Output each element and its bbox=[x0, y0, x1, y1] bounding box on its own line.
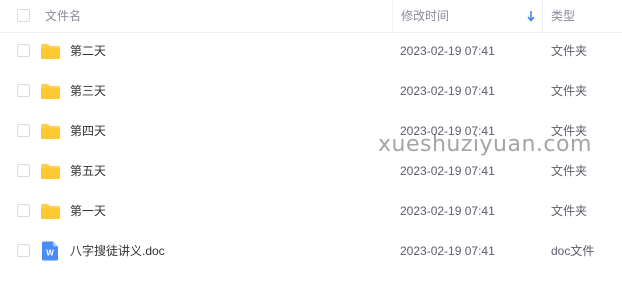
row-checkbox[interactable] bbox=[17, 84, 30, 97]
arrow-down-icon[interactable] bbox=[526, 9, 536, 23]
row-checkbox[interactable] bbox=[17, 44, 30, 57]
file-type: 文件夹 bbox=[551, 84, 588, 98]
folder-icon bbox=[41, 204, 60, 219]
column-header-modified[interactable]: 修改时间 bbox=[401, 8, 449, 24]
folder-icon bbox=[41, 124, 60, 139]
row-checkbox[interactable] bbox=[17, 244, 30, 257]
file-row[interactable]: 第三天 2023-02-19 07:41 文件夹 bbox=[0, 71, 622, 111]
file-modified-time: 2023-02-19 07:41 bbox=[400, 164, 495, 178]
file-type: 文件夹 bbox=[551, 204, 588, 218]
folder-icon bbox=[41, 44, 60, 59]
row-checkbox[interactable] bbox=[17, 164, 30, 177]
row-checkbox[interactable] bbox=[17, 204, 30, 217]
file-type: 文件夹 bbox=[551, 164, 588, 178]
folder-icon bbox=[41, 84, 60, 99]
column-header-name[interactable]: 文件名 bbox=[45, 8, 81, 24]
row-checkbox[interactable] bbox=[17, 124, 30, 137]
file-name[interactable]: 第四天 bbox=[70, 123, 106, 139]
file-list: 文件名 修改时间 类型 第二天 2023-02-19 07:41 文件夹 第三天… bbox=[0, 0, 622, 305]
svg-text:W: W bbox=[46, 249, 54, 258]
column-divider[interactable] bbox=[392, 0, 393, 32]
file-row[interactable]: 第一天 2023-02-19 07:41 文件夹 bbox=[0, 191, 622, 231]
file-row[interactable]: 第五天 2023-02-19 07:41 文件夹 bbox=[0, 151, 622, 191]
column-divider[interactable] bbox=[542, 0, 543, 32]
file-row[interactable]: 第二天 2023-02-19 07:41 文件夹 bbox=[0, 31, 622, 71]
file-name[interactable]: 第五天 bbox=[70, 163, 106, 179]
file-modified-time: 2023-02-19 07:41 bbox=[400, 244, 495, 258]
file-name[interactable]: 第一天 bbox=[70, 203, 106, 219]
file-type: doc文件 bbox=[551, 244, 595, 258]
file-name[interactable]: 第二天 bbox=[70, 43, 106, 59]
select-all-checkbox[interactable] bbox=[17, 9, 30, 22]
word-doc-icon: W bbox=[42, 241, 58, 261]
folder-icon bbox=[41, 164, 60, 179]
file-modified-time: 2023-02-19 07:41 bbox=[400, 84, 495, 98]
column-header-type[interactable]: 类型 bbox=[551, 8, 575, 24]
file-name[interactable]: 第三天 bbox=[70, 83, 106, 99]
file-row[interactable]: 第四天 2023-02-19 07:41 文件夹 bbox=[0, 111, 622, 151]
file-row[interactable]: W 八字搜徒讲义.doc 2023-02-19 07:41 doc文件 bbox=[0, 231, 622, 271]
file-modified-time: 2023-02-19 07:41 bbox=[400, 44, 495, 58]
file-modified-time: 2023-02-19 07:41 bbox=[400, 204, 495, 218]
file-list-header: 文件名 修改时间 类型 bbox=[0, 0, 622, 33]
file-type: 文件夹 bbox=[551, 124, 588, 138]
file-modified-time: 2023-02-19 07:41 bbox=[400, 124, 495, 138]
file-type: 文件夹 bbox=[551, 44, 588, 58]
file-name[interactable]: 八字搜徒讲义.doc bbox=[70, 243, 165, 259]
